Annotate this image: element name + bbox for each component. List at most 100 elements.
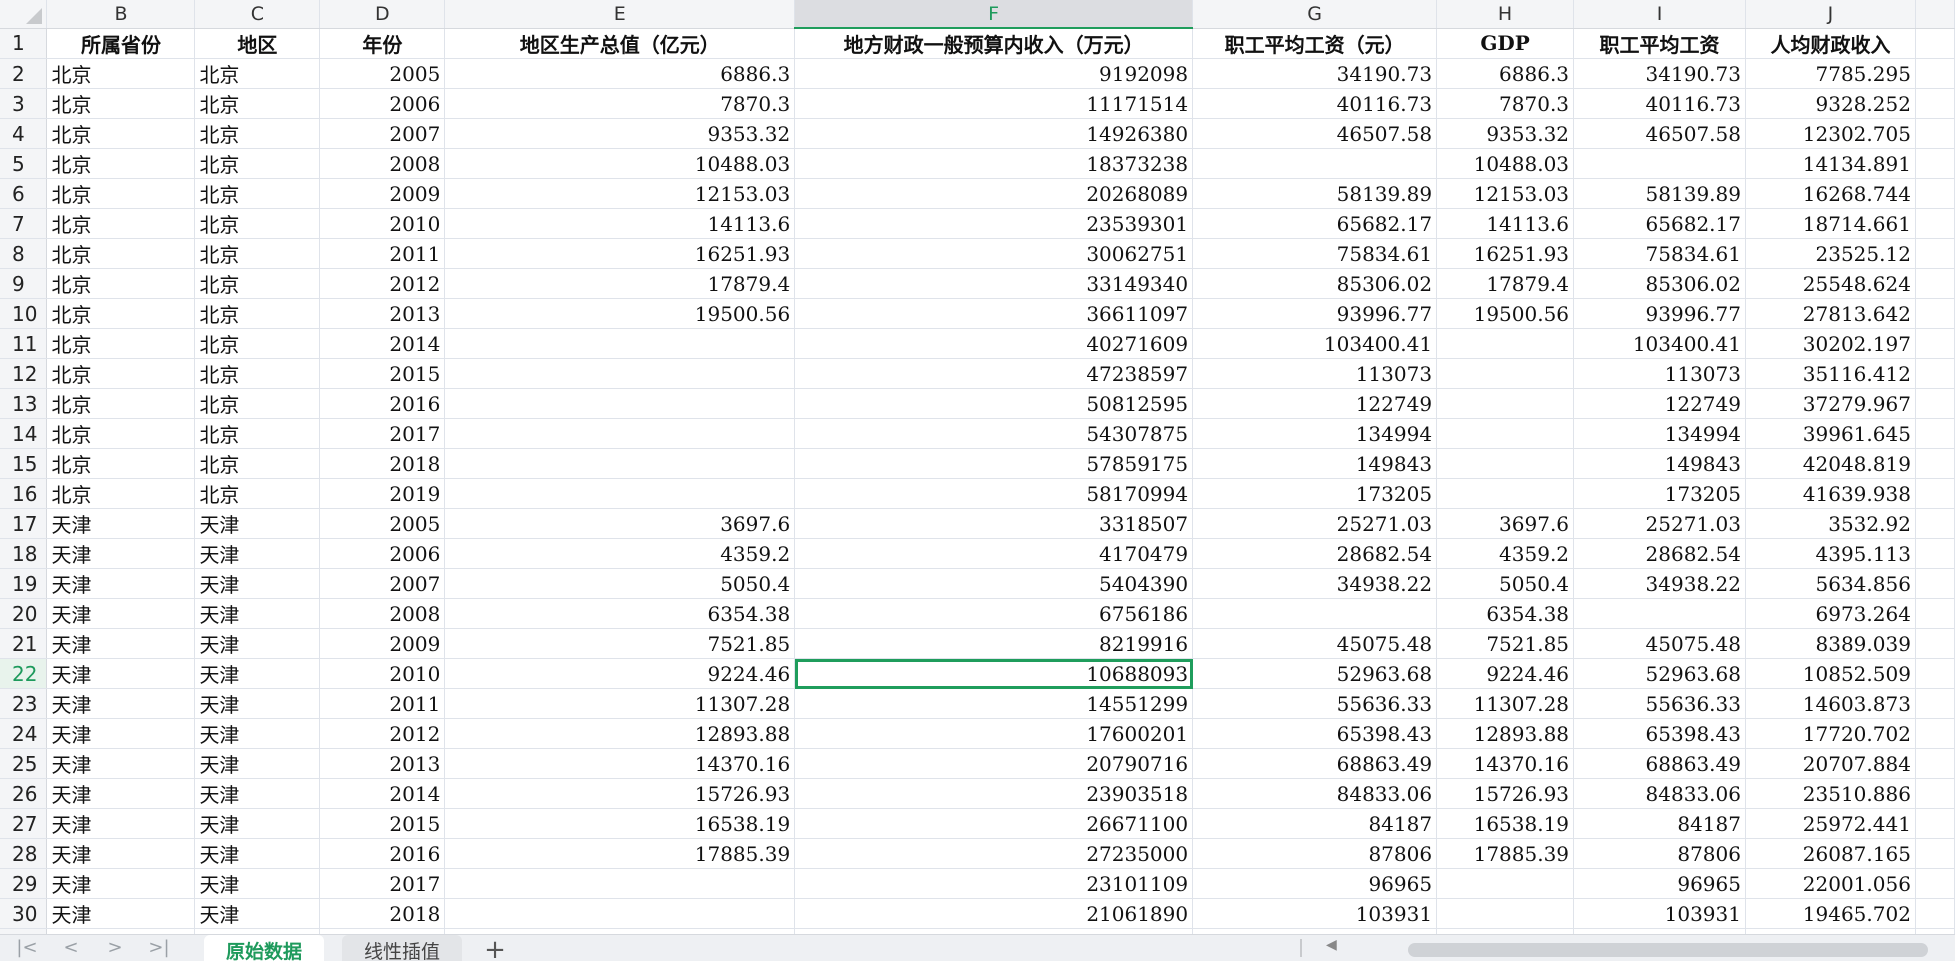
cell-C[interactable]: 北京 xyxy=(194,118,321,149)
cell-H[interactable]: 9353.32 xyxy=(1436,118,1575,149)
cell-B[interactable]: 天津 xyxy=(46,898,196,929)
cell-J[interactable]: 7785.295 xyxy=(1745,58,1916,89)
cell-J[interactable]: 26087.165 xyxy=(1745,838,1916,869)
cell-C[interactable]: 北京 xyxy=(194,358,321,389)
cell-D[interactable]: 2015 xyxy=(319,358,446,389)
header-cell[interactable]: GDP xyxy=(1436,28,1575,59)
cell-J[interactable]: 22001.056 xyxy=(1745,868,1916,899)
cell-B[interactable]: 北京 xyxy=(46,298,196,329)
row-header[interactable]: 20 xyxy=(0,598,48,629)
sheet-tab[interactable]: 原始数据 xyxy=(204,935,325,963)
cell-I[interactable]: 45075.48 xyxy=(1573,628,1746,659)
cell-E[interactable]: 12893.88 xyxy=(444,718,796,749)
cell-D[interactable]: 2013 xyxy=(319,748,446,779)
cell-D[interactable]: 2010 xyxy=(319,208,446,239)
scroll-left-icon[interactable]: ◀ xyxy=(1326,937,1337,953)
cell-H[interactable]: 15726.93 xyxy=(1436,778,1575,809)
cell-B[interactable]: 天津 xyxy=(46,688,196,719)
row-header[interactable]: 30 xyxy=(0,898,48,929)
cell-C[interactable]: 天津 xyxy=(194,628,321,659)
cell-I[interactable]: 93996.77 xyxy=(1573,298,1746,329)
cell-D[interactable]: 2006 xyxy=(319,88,446,119)
cell-H[interactable] xyxy=(1436,898,1575,929)
cell-B[interactable]: 北京 xyxy=(46,208,196,239)
cell-G[interactable]: 87806 xyxy=(1192,838,1438,869)
cell-J[interactable]: 5634.856 xyxy=(1745,568,1916,599)
cell-F[interactable]: 26671100 xyxy=(794,808,1194,839)
cell-E[interactable]: 12153.03 xyxy=(444,178,796,209)
cell-H[interactable] xyxy=(1436,388,1575,419)
cell-G[interactable]: 96965 xyxy=(1192,868,1438,899)
cell-I[interactable]: 55636.33 xyxy=(1573,688,1746,719)
cell-F[interactable]: 23903518 xyxy=(794,778,1194,809)
cell-I[interactable]: 46507.58 xyxy=(1573,118,1746,149)
cell-F[interactable]: 47238597 xyxy=(794,358,1194,389)
cell-H[interactable] xyxy=(1436,868,1575,899)
cell-B[interactable]: 天津 xyxy=(46,508,196,539)
cell-C[interactable]: 天津 xyxy=(194,508,321,539)
cell-I[interactable]: 85306.02 xyxy=(1573,268,1746,299)
cell-F[interactable]: 4170479 xyxy=(794,538,1194,569)
scrollbar-thumb[interactable] xyxy=(1408,943,1928,957)
cell-C[interactable]: 天津 xyxy=(194,778,321,809)
cell-E[interactable]: 3697.6 xyxy=(444,508,796,539)
cell-E[interactable]: 16538.19 xyxy=(444,808,796,839)
row-header[interactable]: 6 xyxy=(0,178,48,209)
cell-F[interactable]: 27235000 xyxy=(794,838,1194,869)
row-header[interactable]: 23 xyxy=(0,688,48,719)
cell-C[interactable]: 北京 xyxy=(194,58,321,89)
cell-G[interactable]: 149843 xyxy=(1192,448,1438,479)
cell-C[interactable]: 北京 xyxy=(194,148,321,179)
cell-J[interactable]: 14603.873 xyxy=(1745,688,1916,719)
row-header[interactable]: 26 xyxy=(0,778,48,809)
sheet-tab[interactable]: 线性插值 xyxy=(342,935,463,963)
cell-I[interactable]: 34190.73 xyxy=(1573,58,1746,89)
cell-D[interactable]: 2009 xyxy=(319,628,446,659)
cell-D[interactable]: 2018 xyxy=(319,448,446,479)
cell-J[interactable]: 12302.705 xyxy=(1745,118,1916,149)
cell-B[interactable]: 北京 xyxy=(46,418,196,449)
cell-E[interactable] xyxy=(444,448,796,479)
cell-D[interactable]: 2010 xyxy=(319,658,446,689)
cell-H[interactable]: 12153.03 xyxy=(1436,178,1575,209)
cell-I[interactable]: 25271.03 xyxy=(1573,508,1746,539)
cell-D[interactable]: 2016 xyxy=(319,838,446,869)
row-header[interactable]: 9 xyxy=(0,268,48,299)
cell-F[interactable]: 6756186 xyxy=(794,598,1194,629)
cell-D[interactable]: 2007 xyxy=(319,568,446,599)
cell-H[interactable]: 16251.93 xyxy=(1436,238,1575,269)
cell-D[interactable]: 2005 xyxy=(319,58,446,89)
cell-E[interactable]: 4359.2 xyxy=(444,538,796,569)
cell-I[interactable]: 122749 xyxy=(1573,388,1746,419)
row-header[interactable]: 17 xyxy=(0,508,48,539)
cell-B[interactable]: 北京 xyxy=(46,358,196,389)
cell-B[interactable]: 北京 xyxy=(46,58,196,89)
cell-D[interactable]: 2013 xyxy=(319,298,446,329)
cell-D[interactable]: 2006 xyxy=(319,538,446,569)
cell-H[interactable]: 4359.2 xyxy=(1436,538,1575,569)
cell-G[interactable]: 173205 xyxy=(1192,478,1438,509)
header-cell[interactable]: 地区生产总值（亿元） xyxy=(444,28,796,59)
cell-B[interactable]: 天津 xyxy=(46,778,196,809)
row-header[interactable]: 16 xyxy=(0,478,48,509)
cell-D[interactable]: 2018 xyxy=(319,898,446,929)
cell-G[interactable]: 84833.06 xyxy=(1192,778,1438,809)
row-header[interactable]: 13 xyxy=(0,388,48,419)
cell-I[interactable] xyxy=(1573,148,1746,179)
cell-J[interactable]: 17720.702 xyxy=(1745,718,1916,749)
cell-F[interactable]: 57859175 xyxy=(794,448,1194,479)
header-cell[interactable]: 职工平均工资 xyxy=(1573,28,1746,59)
cell-F[interactable]: 10688093 xyxy=(794,658,1194,689)
cell-H[interactable] xyxy=(1436,448,1575,479)
cell-E[interactable]: 17885.39 xyxy=(444,838,796,869)
cell-E[interactable] xyxy=(444,388,796,419)
cell-G[interactable]: 103400.41 xyxy=(1192,328,1438,359)
cell-C[interactable]: 天津 xyxy=(194,538,321,569)
prev-sheet-icon[interactable]: < xyxy=(58,937,84,959)
cell-F[interactable]: 20268089 xyxy=(794,178,1194,209)
header-cell[interactable]: 所属省份 xyxy=(46,28,196,59)
cell-B[interactable]: 天津 xyxy=(46,658,196,689)
cell-C[interactable]: 北京 xyxy=(194,178,321,209)
cell-G[interactable]: 52963.68 xyxy=(1192,658,1438,689)
cell-F[interactable]: 23101109 xyxy=(794,868,1194,899)
